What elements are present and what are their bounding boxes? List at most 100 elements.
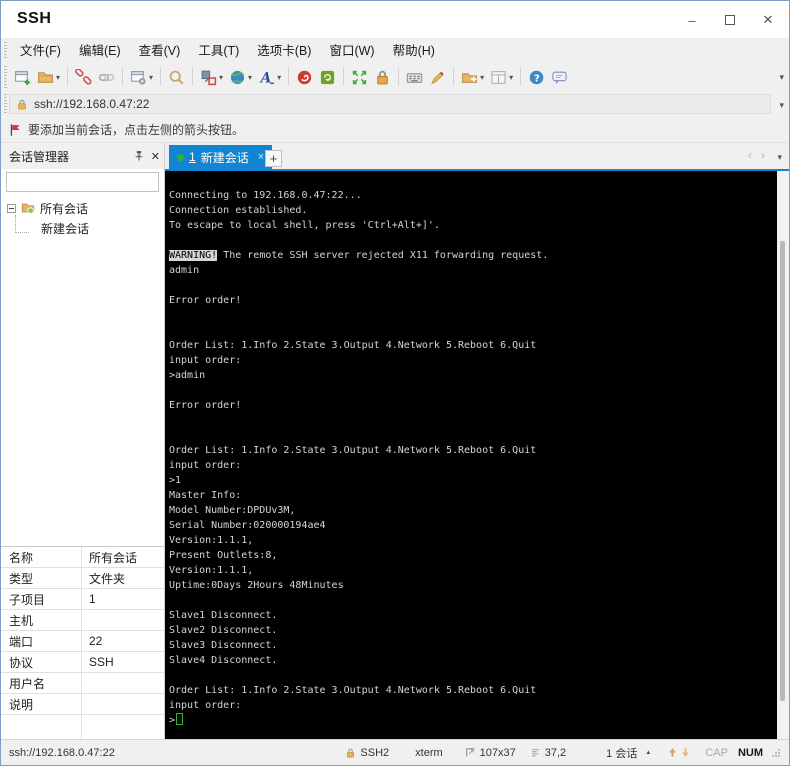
- property-value[interactable]: 所有会话: [81, 549, 137, 566]
- status-session-count[interactable]: 1 会话 ▲: [606, 745, 651, 761]
- terminal-line: Error order!: [169, 400, 242, 411]
- menu-item-tools[interactable]: 工具(T): [189, 40, 248, 62]
- dropdown-caret-icon[interactable]: ▾: [277, 73, 281, 82]
- property-row-host: 主机: [1, 610, 164, 631]
- tab-bar: 1 新建会话 × + ‹ › ▾: [165, 143, 789, 171]
- feedback-icon: [552, 71, 567, 83]
- tree-item-new-session[interactable]: 新建会话: [1, 215, 164, 238]
- minimize-button[interactable]: –: [673, 1, 711, 39]
- property-value[interactable]: 1: [81, 592, 96, 606]
- pin-icon[interactable]: [133, 150, 145, 162]
- help-button[interactable]: ?: [525, 65, 548, 89]
- close-button[interactable]: ✕: [749, 1, 787, 39]
- terminal-line: Version:1.1.1,: [169, 565, 254, 576]
- fullscreen-button[interactable]: [348, 65, 371, 89]
- dropdown-caret-icon[interactable]: ▾: [219, 73, 223, 82]
- ssh-client-window: { "window": { "title": "SSH", "minimize_…: [0, 0, 790, 766]
- property-row-description: 说明: [1, 694, 164, 715]
- maximize-button[interactable]: [711, 1, 749, 39]
- terminal-output[interactable]: Connecting to 192.168.0.47:22... Connecti…: [165, 171, 777, 739]
- lock-button[interactable]: [371, 65, 394, 89]
- tab-label: 新建会话: [200, 150, 249, 165]
- session-tree: 所有会话 新建会话: [1, 198, 164, 238]
- session-manager-title: 会话管理器: [9, 149, 70, 164]
- new-session-button[interactable]: [11, 65, 34, 89]
- arrow-down-icon[interactable]: [680, 747, 691, 758]
- dropdown-caret-icon[interactable]: ▾: [149, 73, 153, 82]
- layout-button[interactable]: ▾: [487, 65, 516, 89]
- feedback-button[interactable]: [548, 65, 571, 89]
- arrow-up-icon[interactable]: [667, 747, 678, 758]
- toolbar-drag-handle[interactable]: [4, 42, 7, 60]
- menu-bar: 文件(F) 编辑(E) 查看(V) 工具(T) 选项卡(B) 窗口(W) 帮助(H): [1, 39, 789, 63]
- tree-item-label: 所有会话: [40, 201, 89, 216]
- terminal-line: Slave4 Disconnect.: [169, 655, 278, 666]
- tab-menu-caret[interactable]: ▾: [777, 152, 782, 163]
- new-tab-button[interactable]: +: [265, 150, 282, 167]
- property-row-name: 名称 所有会话: [1, 547, 164, 568]
- find-button[interactable]: [165, 65, 188, 89]
- tab-new-session[interactable]: 1 新建会话 ×: [169, 145, 273, 169]
- chevron-up-icon: ▲: [645, 749, 652, 756]
- disconnect-icon: [75, 68, 92, 85]
- dropdown-caret-icon[interactable]: ▾: [248, 73, 252, 82]
- new-folder-icon: [462, 72, 478, 83]
- disconnect-button[interactable]: [72, 65, 95, 89]
- resize-icon: [465, 748, 474, 757]
- open-folder-button[interactable]: ▾: [34, 65, 63, 89]
- new-folder-button[interactable]: ▾: [458, 65, 487, 89]
- address-dropdown-caret[interactable]: ▾: [779, 100, 784, 111]
- terminal-line: Connection established.: [169, 205, 308, 216]
- panel-close-icon[interactable]: ✕: [151, 150, 160, 163]
- dropdown-caret-icon[interactable]: ▾: [480, 73, 484, 82]
- menu-item-help[interactable]: 帮助(H): [384, 40, 444, 62]
- toolbar-overflow-caret[interactable]: ▾: [779, 72, 784, 83]
- property-row-children: 子项目 1: [1, 589, 164, 610]
- menu-item-tab[interactable]: 选项卡(B): [248, 40, 320, 62]
- property-value[interactable]: SSH: [81, 655, 114, 669]
- minimize-icon: –: [688, 12, 696, 28]
- dropdown-caret-icon[interactable]: ▾: [56, 73, 60, 82]
- menu-item-view[interactable]: 查看(V): [130, 40, 190, 62]
- toolbar-drag-handle[interactable]: [4, 66, 7, 88]
- terminal-scrollbar[interactable]: [777, 171, 789, 739]
- menu-item-edit[interactable]: 编辑(E): [70, 40, 130, 62]
- highlight-button[interactable]: [426, 65, 449, 89]
- tab-scroll-left-icon[interactable]: ‹: [748, 148, 752, 162]
- terminal-line: Error order!: [169, 295, 242, 306]
- property-value[interactable]: 22: [81, 634, 102, 648]
- menu-item-window[interactable]: 窗口(W): [320, 40, 383, 62]
- collapse-icon[interactable]: [7, 203, 16, 213]
- dropdown-caret-icon[interactable]: ▾: [509, 73, 513, 82]
- property-value[interactable]: 文件夹: [81, 570, 125, 587]
- status-cursor-position: 37,2: [530, 747, 566, 759]
- zmodem-button[interactable]: [293, 65, 316, 89]
- address-input[interactable]: ssh://192.168.0.47:22: [9, 94, 771, 114]
- property-row-username: 用户名: [1, 673, 164, 694]
- session-manager-header: 会话管理器 ✕: [1, 143, 164, 169]
- font-button[interactable]: A ▾: [255, 65, 284, 89]
- new-session-icon: [15, 70, 30, 85]
- flag-icon[interactable]: [9, 123, 22, 137]
- session-properties-button[interactable]: ▾: [127, 65, 156, 89]
- terminal-line: admin: [169, 265, 200, 276]
- menu-item-file[interactable]: 文件(F): [11, 40, 70, 62]
- scrollbar-thumb[interactable]: [780, 241, 785, 701]
- compose-button[interactable]: ▾: [197, 65, 226, 89]
- web-button[interactable]: ▾: [226, 65, 255, 89]
- sync-button[interactable]: [316, 65, 339, 89]
- toolbar-drag-handle[interactable]: [4, 94, 7, 114]
- resize-grip[interactable]: [771, 748, 781, 758]
- reconnect-button[interactable]: [95, 65, 118, 89]
- tab-close-icon[interactable]: ×: [258, 151, 264, 163]
- session-search-input[interactable]: [7, 174, 166, 190]
- address-url: ssh://192.168.0.47:22: [34, 97, 150, 111]
- tab-scroll-right-icon[interactable]: ›: [761, 148, 765, 162]
- keyboard-button[interactable]: [403, 65, 426, 89]
- notice-bar: 要添加当前会话，点击左侧的箭头按钮。: [1, 117, 789, 143]
- main-area: 会话管理器 ✕ 所有会话 新建会话 名称 所有会话 类型 文件夹 子项目 1 主机 端口 22 协…: [1, 143, 789, 739]
- toolbar-separator: [288, 68, 290, 86]
